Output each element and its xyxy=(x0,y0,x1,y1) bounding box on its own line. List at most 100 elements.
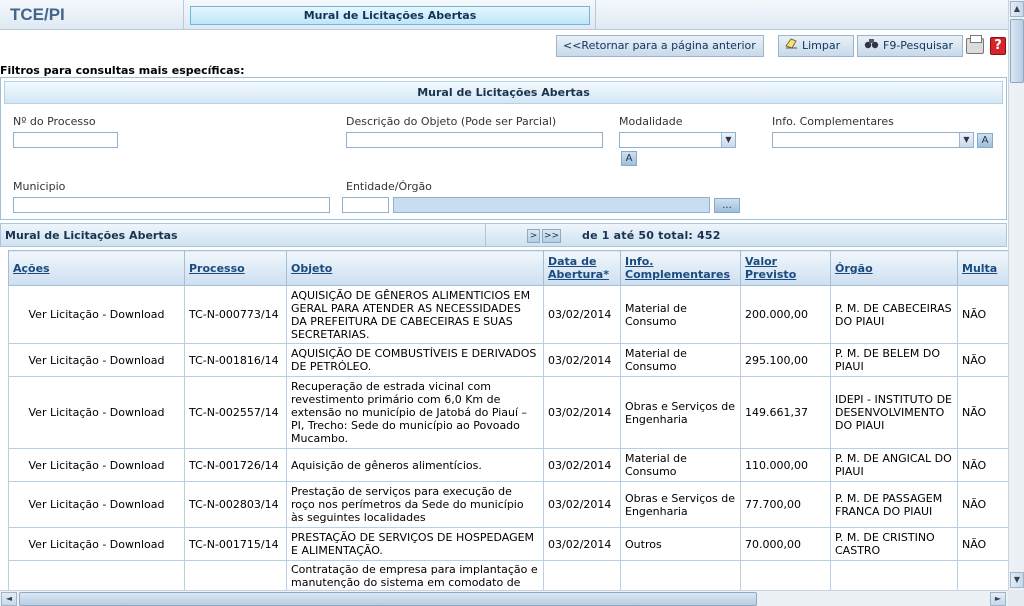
scrollbar-corner xyxy=(1008,590,1024,606)
help-icon[interactable]: ? xyxy=(990,37,1006,55)
next-page-button[interactable]: > xyxy=(527,229,540,243)
objeto-cell: Recuperação de estrada vicinal com reves… xyxy=(286,376,544,449)
table-header-row: Ações Processo Objeto Data de Abertura* … xyxy=(8,250,1009,286)
modalidade-label: Modalidade xyxy=(619,115,683,128)
valor-cell: 110.000,00 xyxy=(740,448,831,482)
info-cell: Outros xyxy=(620,527,741,561)
valor-cell: 295.100,00 xyxy=(740,343,831,377)
clear-button[interactable]: Limpar xyxy=(778,35,854,57)
objeto-cell: Aquisição de gêneros alimentícios. xyxy=(286,448,544,482)
orgao-cell: P. M. DE PASSAGEM FRANCA DO PIAUI xyxy=(830,481,958,528)
orgao-cell: P. M. DE CABECEIRAS DO PIAUI xyxy=(830,285,958,344)
licitacoes-table: Ações Processo Objeto Data de Abertura* … xyxy=(8,250,1009,592)
scroll-down-icon[interactable]: ▼ xyxy=(1010,572,1024,588)
info-cell xyxy=(620,560,741,592)
descricao-label: Descrição do Objeto (Pode ser Parcial) xyxy=(346,115,557,128)
processo-cell: TC-N-001715/14 xyxy=(184,527,287,561)
top-bar: TCE/PI Mural de Licitações Abertas xyxy=(0,0,1008,30)
table-row: Contratação de empresa para implantação … xyxy=(8,560,1009,592)
orgao-cell: IDEPI - INSTITUTO DE DESENVOLVIMENTO DO … xyxy=(830,376,958,449)
multa-cell: NÃO xyxy=(957,376,1009,449)
column-header-valor-previsto[interactable]: Valor Previsto xyxy=(740,250,831,286)
column-header-multa[interactable]: Multa xyxy=(957,250,1009,286)
column-header-info-complementares[interactable]: Info. Complementares xyxy=(620,250,741,286)
table-row: Ver Licitação - Download TC-N-001816/14 … xyxy=(8,343,1009,377)
horizontal-scrollbar[interactable]: ◄ ► xyxy=(0,590,1008,606)
ver-licitacao-link[interactable] xyxy=(8,560,185,592)
print-icon[interactable] xyxy=(966,35,984,54)
objeto-cell: AQUISIÇÃO DE COMBUSTÍVEIS E DERIVADOS DE… xyxy=(286,343,544,377)
pagination-info: de 1 até 50 total: 452 xyxy=(582,229,721,242)
objeto-cell: PRESTAÇÃO DE SERVIÇOS DE HOSPEDAGEM E AL… xyxy=(286,527,544,561)
entidade-label: Entidade/Órgão xyxy=(346,180,432,193)
scroll-right-icon[interactable]: ► xyxy=(990,592,1006,606)
divider xyxy=(485,224,486,246)
data-cell xyxy=(543,560,621,592)
municipio-input[interactable] xyxy=(13,197,330,213)
descricao-input[interactable] xyxy=(346,132,603,148)
table-row: Ver Licitação - Download TC-N-002803/14 … xyxy=(8,481,1009,528)
info-a-button[interactable]: A xyxy=(977,133,993,148)
ver-licitacao-link[interactable]: Ver Licitação - Download xyxy=(8,481,185,528)
brand-logo: TCE/PI xyxy=(0,0,184,30)
processo-label: Nº do Processo xyxy=(13,115,96,128)
processo-cell: TC-N-002557/14 xyxy=(184,376,287,449)
valor-cell: 77.700,00 xyxy=(740,481,831,528)
chevron-down-icon: ▼ xyxy=(721,133,735,147)
chevron-down-icon: ▼ xyxy=(959,133,973,147)
grid-title: Mural de Licitações Abertas xyxy=(5,229,178,242)
valor-cell: 149.661,37 xyxy=(740,376,831,449)
objeto-cell: AQUISIÇÃO DE GÊNEROS ALIMENTICIOS EM GER… xyxy=(286,285,544,344)
column-header-processo[interactable]: Processo xyxy=(184,250,287,286)
multa-cell: NÃO xyxy=(957,448,1009,482)
entidade-name-field xyxy=(393,197,710,213)
modalidade-a-button[interactable]: A xyxy=(621,151,637,166)
vertical-scrollbar[interactable]: ▲ ▼ xyxy=(1008,0,1024,590)
page-title: Mural de Licitações Abertas xyxy=(190,6,590,25)
eraser-icon xyxy=(785,36,798,56)
info-complementares-label: Info. Complementares xyxy=(772,115,894,128)
ver-licitacao-link[interactable]: Ver Licitação - Download xyxy=(8,448,185,482)
info-cell: Obras e Serviços de Engenharia xyxy=(620,376,741,449)
valor-cell xyxy=(740,560,831,592)
multa-cell: NÃO xyxy=(957,481,1009,528)
processo-cell: TC-N-001816/14 xyxy=(184,343,287,377)
ver-licitacao-link[interactable]: Ver Licitação - Download xyxy=(8,343,185,377)
filters-section-label: Filtros para consultas mais específicas: xyxy=(0,64,245,77)
horizontal-scroll-thumb[interactable] xyxy=(19,592,757,606)
column-header-data-abertura[interactable]: Data de Abertura* xyxy=(543,250,621,286)
ver-licitacao-link[interactable]: Ver Licitação - Download xyxy=(8,285,185,344)
scroll-up-icon[interactable]: ▲ xyxy=(1010,1,1024,17)
column-header-objeto[interactable]: Objeto xyxy=(286,250,544,286)
info-complementares-select[interactable]: ▼ xyxy=(772,132,974,148)
scroll-left-icon[interactable]: ◄ xyxy=(1,592,17,606)
info-cell: Material de Consumo xyxy=(620,285,741,344)
search-button[interactable]: F9-Pesquisar xyxy=(857,35,963,57)
entidade-code-input[interactable] xyxy=(342,197,389,213)
last-page-button[interactable]: >> xyxy=(542,229,561,243)
vertical-scroll-thumb[interactable] xyxy=(1010,19,1024,83)
binoculars-icon xyxy=(864,36,879,56)
divider xyxy=(595,0,596,30)
data-cell: 03/02/2014 xyxy=(543,527,621,561)
orgao-cell: P. M. DE ANGICAL DO PIAUI xyxy=(830,448,958,482)
objeto-cell: Contratação de empresa para implantação … xyxy=(286,560,544,592)
valor-cell: 200.000,00 xyxy=(740,285,831,344)
filter-panel-title: Mural de Licitações Abertas xyxy=(4,81,1003,104)
info-cell: Material de Consumo xyxy=(620,448,741,482)
column-header-acoes[interactable]: Ações xyxy=(8,250,185,286)
back-button[interactable]: <<Retornar para a página anterior xyxy=(556,35,764,57)
municipio-label: Municipio xyxy=(13,180,66,193)
table-row: Ver Licitação - Download TC-N-001715/14 … xyxy=(8,527,1009,561)
valor-cell: 70.000,00 xyxy=(740,527,831,561)
modalidade-select[interactable]: ▼ xyxy=(619,132,736,148)
processo-input[interactable] xyxy=(13,132,118,148)
entidade-lookup-button[interactable]: ... xyxy=(714,198,740,213)
search-button-label: F9-Pesquisar xyxy=(883,39,954,52)
column-header-orgao[interactable]: Órgão xyxy=(830,250,958,286)
clear-button-label: Limpar xyxy=(802,39,841,52)
processo-cell: TC-N-000773/14 xyxy=(184,285,287,344)
ver-licitacao-link[interactable]: Ver Licitação - Download xyxy=(8,527,185,561)
info-cell: Obras e Serviços de Engenharia xyxy=(620,481,741,528)
ver-licitacao-link[interactable]: Ver Licitação - Download xyxy=(8,376,185,449)
